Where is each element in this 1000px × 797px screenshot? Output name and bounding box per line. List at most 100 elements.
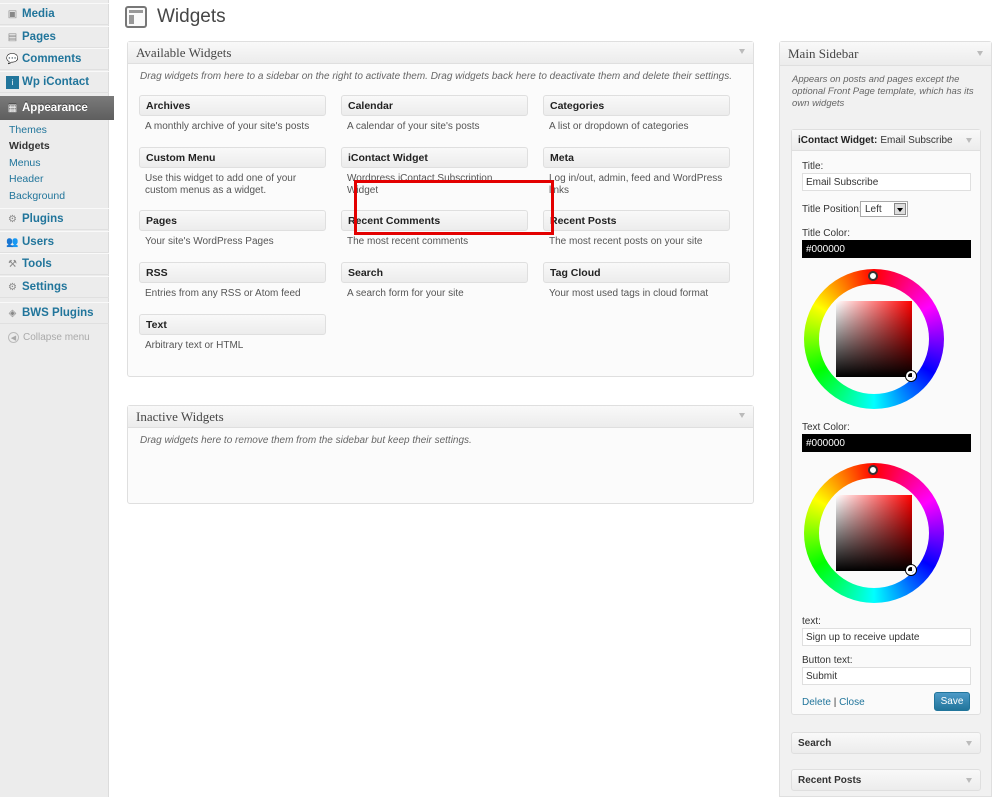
color-marker[interactable] (906, 565, 916, 575)
widget-title[interactable]: Custom Menu (139, 147, 326, 168)
available-widgets-header[interactable]: Available Widgets (128, 42, 753, 64)
toggle-arrow-icon[interactable] (966, 138, 972, 143)
widget-item[interactable]: Custom Menu Use this widget to add one of… (139, 147, 326, 197)
hue-marker[interactable] (868, 465, 878, 475)
users-icon: 👥 (6, 236, 19, 248)
toggle-arrow-icon[interactable] (966, 741, 972, 746)
toggle-arrow-icon[interactable] (966, 778, 972, 783)
widget-item[interactable]: Categories A list or dropdown of categori… (543, 95, 730, 133)
title-color-label: Title Color: (802, 228, 850, 239)
icontact-icon: i (6, 75, 19, 89)
settings-icon: ⚙ (8, 281, 17, 293)
bws-icon: ◈ (8, 307, 17, 319)
widget-item[interactable]: Text Arbitrary text or HTML (139, 314, 326, 352)
sidebar-widget-search[interactable]: Search (791, 732, 981, 754)
widget-item[interactable]: Tag Cloud Your most used tags in cloud fo… (543, 262, 730, 300)
media-icon: ▣ (7, 8, 18, 20)
title-position-select[interactable]: Left (860, 201, 908, 217)
menu-users[interactable]: 👥 Users (0, 231, 109, 253)
widgets-icon (125, 6, 147, 28)
toggle-arrow-icon[interactable] (739, 49, 745, 54)
submenu-menus[interactable]: Menus (0, 154, 109, 171)
submenu-background[interactable]: Background (0, 187, 109, 204)
close-link[interactable]: Close (839, 697, 865, 708)
title-color-input[interactable]: #000000 (802, 240, 971, 258)
save-button[interactable]: Save (934, 692, 970, 711)
title-label: Title: (802, 161, 824, 172)
widget-title[interactable]: Calendar (341, 95, 528, 116)
text-color-label: Text Color: (802, 422, 850, 433)
widget-description: Log in/out, admin, feed and WordPress li… (549, 173, 723, 196)
saturation-square[interactable] (836, 301, 912, 377)
main-sidebar: Main Sidebar Appears on posts and pages … (779, 41, 992, 797)
widget-title[interactable]: iContact Widget (341, 147, 528, 168)
toggle-arrow-icon[interactable] (739, 413, 745, 418)
text-input[interactable]: Sign up to receive update (802, 628, 971, 646)
widget-title[interactable]: Recent Posts (543, 210, 730, 231)
available-widgets-box: Available Widgets Drag widgets from here… (127, 41, 754, 377)
menu-wp-icontact[interactable]: i Wp iContact (0, 71, 109, 93)
menu-comments[interactable]: 💬 Comments (0, 48, 109, 70)
page-title: Widgets (157, 6, 226, 27)
collapse-icon: ◀ (8, 332, 19, 343)
submenu-themes[interactable]: Themes (0, 121, 109, 138)
widget-item[interactable]: Calendar A calendar of your site's posts (341, 95, 528, 133)
sidebar-widget-recent-posts[interactable]: Recent Posts (791, 769, 981, 791)
widget-item[interactable]: Archives A monthly archive of your site's… (139, 95, 326, 133)
admin-menu: ▣ Media ▤ Pages 💬 Comments i Wp iContact ▦ Ap… (0, 0, 114, 797)
text-color-picker[interactable] (804, 463, 944, 603)
submenu-widgets[interactable]: Widgets (0, 137, 109, 154)
menu-media[interactable]: ▣ Media (0, 3, 109, 25)
page-title-area: Widgets (125, 6, 226, 28)
hue-marker[interactable] (868, 271, 878, 281)
main-sidebar-description: Appears on posts and pages except the op… (792, 74, 974, 109)
collapse-menu[interactable]: ◀ Collapse menu (0, 329, 109, 346)
main-sidebar-header[interactable]: Main Sidebar (780, 42, 991, 66)
menu-appearance[interactable]: ▦ Appearance (0, 96, 114, 120)
widget-title[interactable]: Text (139, 314, 326, 335)
submenu-header[interactable]: Header (0, 170, 109, 187)
widget-description: A search form for your site (347, 288, 464, 299)
plugins-icon: ⚙ (8, 213, 17, 225)
widget-item[interactable]: Search A search form for your site (341, 262, 528, 300)
title-input[interactable]: Email Subscribe (802, 173, 971, 191)
title-color-picker[interactable] (804, 269, 944, 409)
appearance-icon: ▦ (7, 102, 18, 114)
icontact-widget-header[interactable]: iContact Widget: Email Subscribe (792, 130, 980, 151)
delete-link[interactable]: Delete (802, 697, 831, 708)
tools-icon: ⚒ (8, 258, 17, 270)
widget-title[interactable]: Categories (543, 95, 730, 116)
widget-item[interactable]: Pages Your site's WordPress Pages (139, 210, 326, 248)
widget-description: A list or dropdown of categories (549, 121, 689, 132)
highlight-box (354, 180, 554, 235)
text-color-input[interactable]: #000000 (802, 434, 971, 452)
menu-settings[interactable]: ⚙ Settings (0, 276, 109, 298)
widget-description: A monthly archive of your site's posts (145, 121, 310, 132)
menu-bws-plugins[interactable]: ◈ BWS Plugins (0, 302, 109, 324)
widget-title[interactable]: Meta (543, 147, 730, 168)
menu-plugins[interactable]: ⚙ Plugins (0, 208, 109, 230)
saturation-square[interactable] (836, 495, 912, 571)
chevron-down-icon (894, 203, 906, 215)
widget-description: Use this widget to add one of your custo… (145, 173, 297, 196)
widget-title[interactable]: Pages (139, 210, 326, 231)
toggle-arrow-icon[interactable] (977, 51, 983, 56)
widget-description: Your site's WordPress Pages (145, 236, 274, 247)
widget-item[interactable]: Meta Log in/out, admin, feed and WordPres… (543, 147, 730, 197)
button-text-input[interactable]: Submit (802, 667, 971, 685)
menu-tools[interactable]: ⚒ Tools (0, 253, 109, 275)
comments-icon: 💬 (6, 53, 19, 65)
widget-description: The most recent posts on your site (549, 236, 703, 247)
inactive-widgets-header[interactable]: Inactive Widgets (128, 406, 753, 428)
widget-title[interactable]: Search (341, 262, 528, 283)
widget-title[interactable]: Tag Cloud (543, 262, 730, 283)
widget-title[interactable]: Archives (139, 95, 326, 116)
widget-item[interactable]: Recent Posts The most recent posts on you… (543, 210, 730, 248)
button-text-label: Button text: (802, 655, 853, 666)
color-marker[interactable] (906, 371, 916, 381)
widget-title[interactable]: RSS (139, 262, 326, 283)
widget-description: A calendar of your site's posts (347, 121, 480, 132)
icontact-widget-panel: iContact Widget: Email Subscribe Title: E… (791, 129, 981, 715)
widget-item[interactable]: RSS Entries from any RSS or Atom feed (139, 262, 326, 300)
menu-pages[interactable]: ▤ Pages (0, 26, 109, 48)
